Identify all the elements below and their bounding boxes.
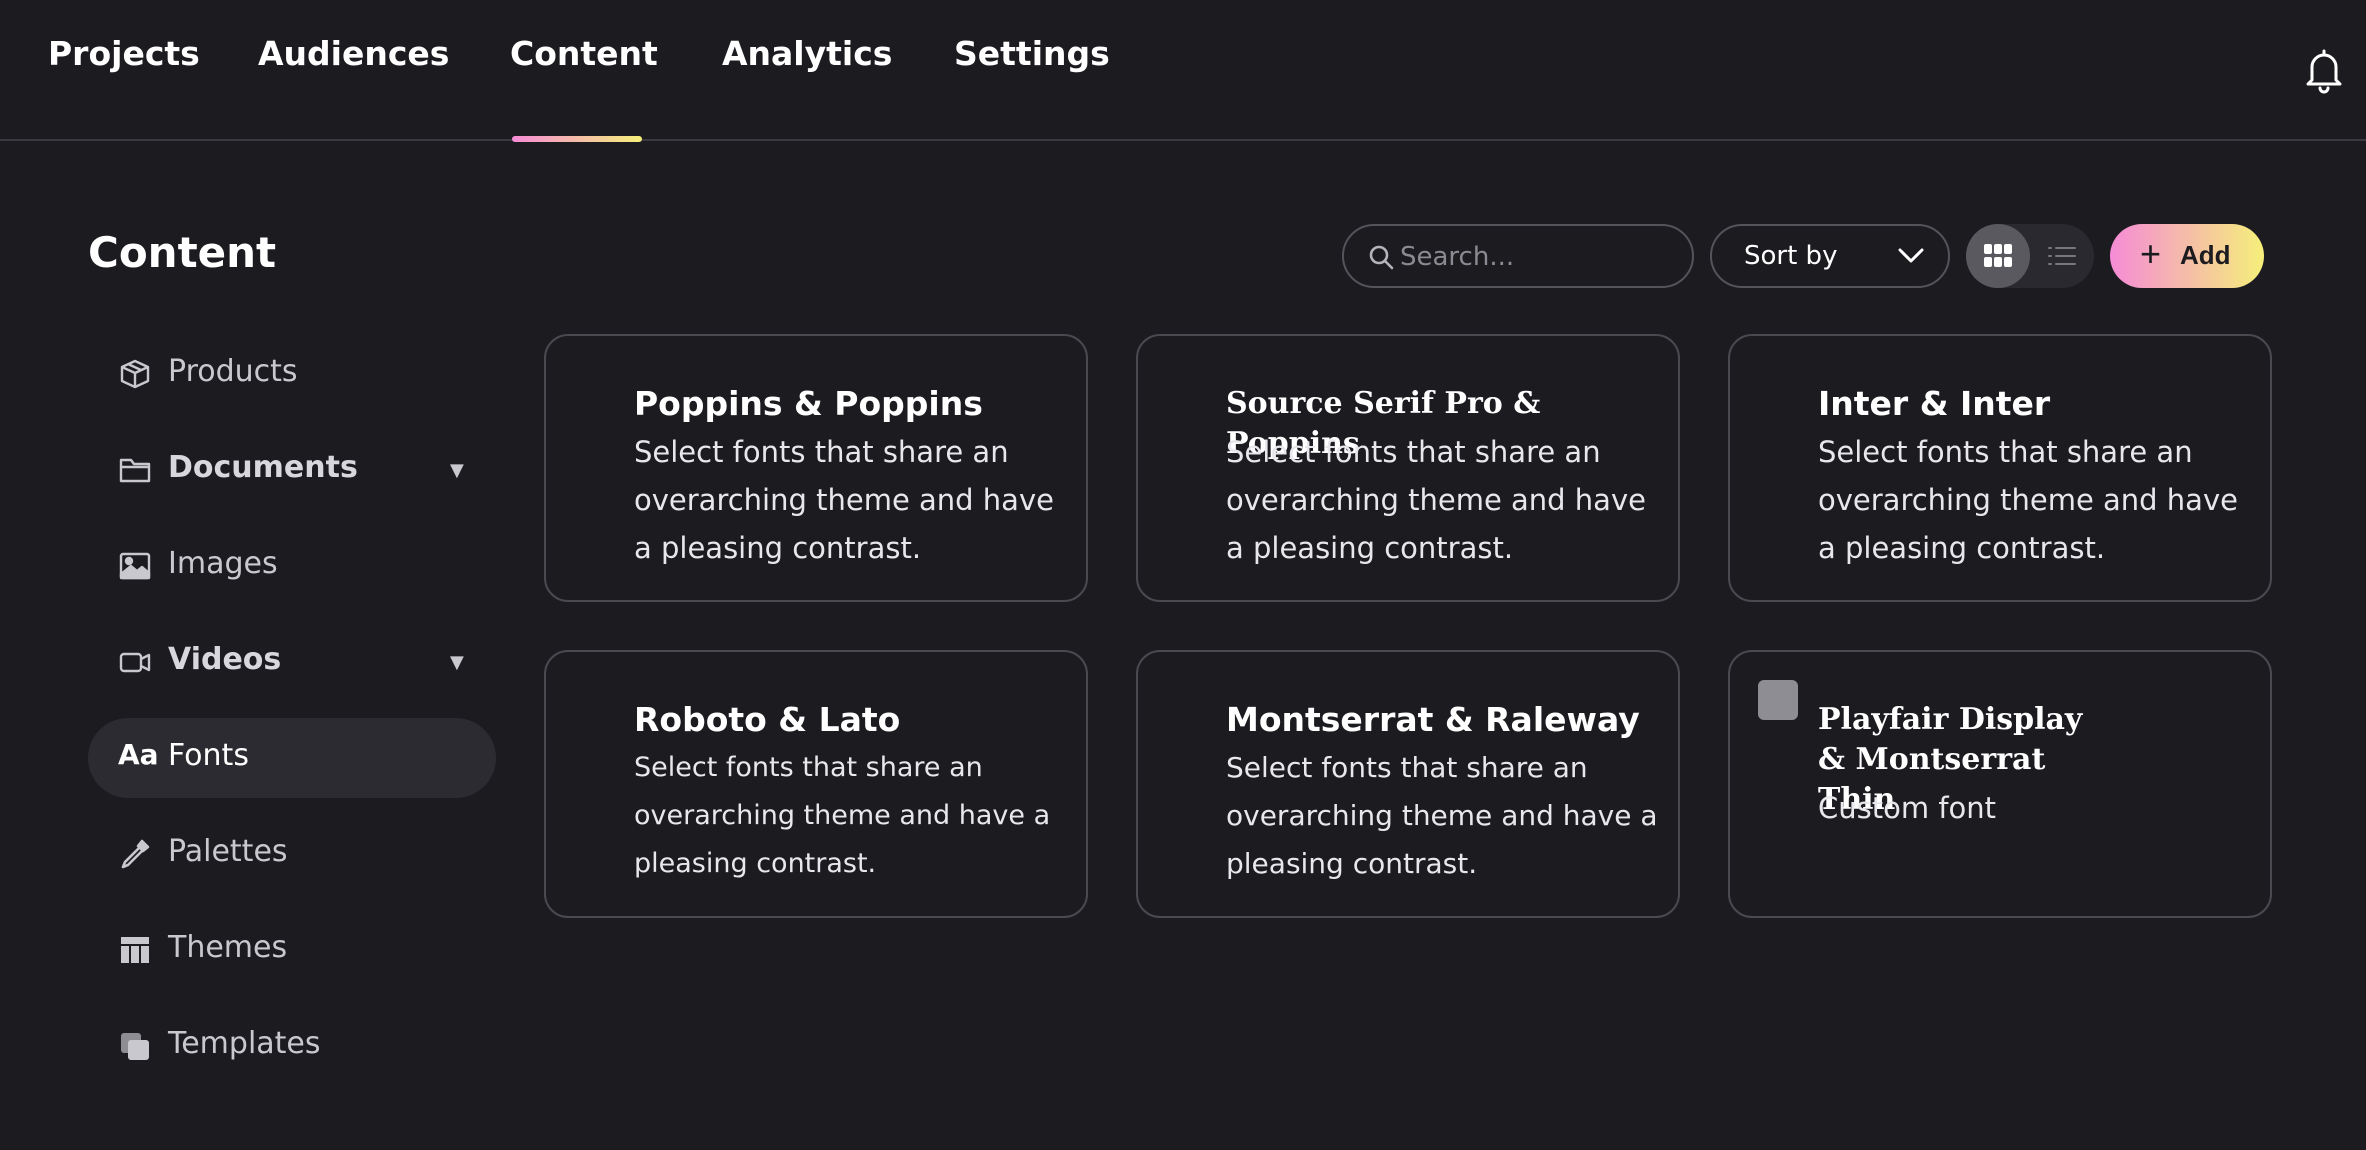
search-input[interactable] xyxy=(1400,238,1670,276)
font-icon: Aa xyxy=(118,738,159,771)
tab-audiences[interactable]: Audiences xyxy=(258,34,449,78)
view-toggle xyxy=(1966,224,2094,288)
sidebar-item-fonts[interactable]: Aa Fonts xyxy=(88,718,496,798)
add-button[interactable]: + Add xyxy=(2110,224,2264,288)
top-nav: Projects Audiences Content Analytics Set… xyxy=(0,0,2366,142)
search-icon xyxy=(1369,245,1394,270)
list-icon xyxy=(2048,247,2076,265)
sidebar-item-templates[interactable]: Templates xyxy=(88,1006,496,1086)
sidebar-item-label: Themes xyxy=(168,930,288,965)
chevron-down-icon xyxy=(1898,248,1924,263)
eyedropper-icon xyxy=(118,838,152,870)
font-card[interactable]: Source Serif Pro & Poppins Select fonts … xyxy=(1136,334,1680,602)
caret-down-icon[interactable]: ▼ xyxy=(450,652,464,673)
sidebar-item-label: Palettes xyxy=(168,834,288,869)
sidebar-item-label: Fonts xyxy=(168,738,249,773)
grid-icon xyxy=(1984,244,2012,267)
bell-icon[interactable] xyxy=(2305,48,2343,94)
sidebar-item-label: Templates xyxy=(168,1026,321,1061)
caret-down-icon[interactable]: ▼ xyxy=(450,460,464,481)
active-tab-indicator xyxy=(512,136,642,142)
sidebar-item-label: Documents xyxy=(168,450,358,485)
tab-projects[interactable]: Projects xyxy=(48,34,200,78)
video-icon xyxy=(118,646,152,678)
sidebar-item-themes[interactable]: Themes xyxy=(88,910,496,990)
tab-analytics[interactable]: Analytics xyxy=(722,34,892,78)
card-title: Montserrat & Raleway xyxy=(1226,700,1640,739)
card-description: Select fonts that share an overarching t… xyxy=(634,435,1054,565)
sidebar-item-videos[interactable]: Videos ▼ xyxy=(88,622,496,702)
sidebar-item-label: Products xyxy=(168,354,298,389)
font-card[interactable]: Playfair Display & Montserrat Thin Custo… xyxy=(1728,650,2272,918)
image-icon xyxy=(118,550,152,582)
folder-icon xyxy=(118,454,152,486)
layout-icon xyxy=(118,934,152,966)
card-description: Select fonts that share an overarching t… xyxy=(1226,435,1646,565)
font-card[interactable]: Montserrat & Raleway Select fonts that s… xyxy=(1136,650,1680,918)
plus-icon: + xyxy=(2140,233,2162,274)
grid-view-button[interactable] xyxy=(1966,224,2030,288)
font-card[interactable]: Poppins & Poppins Select fonts that shar… xyxy=(544,334,1088,602)
sidebar-item-products[interactable]: Products xyxy=(88,334,496,414)
box-icon xyxy=(118,358,152,390)
card-description: Select fonts that share an overarching t… xyxy=(634,752,1051,879)
card-description: Custom font xyxy=(1818,791,1997,825)
sort-label: Sort by xyxy=(1744,241,1838,271)
card-description: Select fonts that share an overarching t… xyxy=(1818,435,2238,565)
sidebar-item-palettes[interactable]: Palettes xyxy=(88,814,496,894)
font-card[interactable]: Inter & Inter Select fonts that share an… xyxy=(1728,334,2272,602)
sort-dropdown[interactable]: Sort by xyxy=(1710,224,1950,288)
card-select-checkbox[interactable] xyxy=(1758,680,1798,720)
font-card[interactable]: Roboto & Lato Select fonts that share an… xyxy=(544,650,1088,918)
add-button-label: Add xyxy=(2180,240,2231,270)
tab-content[interactable]: Content xyxy=(510,34,658,78)
tab-settings[interactable]: Settings xyxy=(954,34,1110,78)
sidebar-item-label: Images xyxy=(168,546,278,581)
card-title: Inter & Inter xyxy=(1818,384,2051,423)
list-view-button[interactable] xyxy=(2030,224,2094,288)
sidebar-item-label: Videos xyxy=(168,642,282,677)
card-title: Poppins & Poppins xyxy=(634,384,983,423)
copy-icon xyxy=(118,1030,152,1062)
sidebar-item-documents[interactable]: Documents ▼ xyxy=(88,430,496,510)
sidebar-title: Content xyxy=(88,228,277,277)
search-box[interactable] xyxy=(1342,224,1694,288)
card-description: Select fonts that share an overarching t… xyxy=(1226,751,1658,880)
card-title: Roboto & Lato xyxy=(634,700,901,739)
sidebar-item-images[interactable]: Images xyxy=(88,526,496,606)
